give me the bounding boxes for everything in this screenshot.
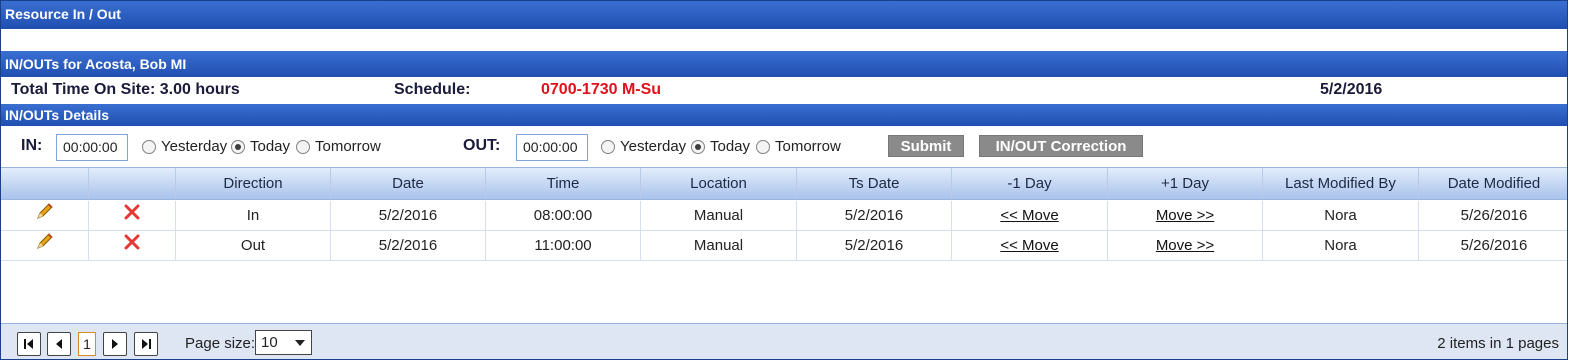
date-cell: 5/2/2016 <box>331 231 486 260</box>
radio-label: Tomorrow <box>315 138 381 155</box>
chevron-down-icon <box>295 340 305 346</box>
column-header-ts-date[interactable]: Ts Date <box>797 168 952 199</box>
radio-button-selected[interactable] <box>691 139 705 154</box>
modified-by-cell: Nora <box>1263 231 1419 260</box>
column-header-edit <box>1 168 89 199</box>
current-page-number[interactable]: 1 <box>78 332 96 356</box>
pencil-icon[interactable] <box>36 231 54 261</box>
page-size-value: 10 <box>261 334 278 351</box>
modified-by-cell: Nora <box>1263 201 1419 230</box>
table-row: Out 5/2/2016 11:00:00 Manual 5/2/2016 <<… <box>1 231 1567 261</box>
grid-header: Direction Date Time Location Ts Date -1 … <box>1 167 1567 200</box>
radio-label: Yesterday <box>620 138 687 155</box>
delete-x-icon[interactable] <box>124 231 140 261</box>
section-header: IN/OUTs for Acosta, Bob MI <box>1 51 1567 77</box>
column-header-minus-day[interactable]: -1 Day <box>952 168 1108 199</box>
in-radio-today[interactable]: Today <box>231 138 290 155</box>
out-radio-today[interactable]: Today <box>691 138 750 155</box>
radio-label: Yesterday <box>161 138 228 155</box>
minus-day-cell: << Move <box>952 231 1108 260</box>
total-time-label: Total Time On Site: 3.00 hours <box>11 81 240 98</box>
move-back-link[interactable]: << Move <box>1000 207 1058 224</box>
next-page-button[interactable] <box>103 332 127 356</box>
date-cell: 5/2/2016 <box>331 201 486 230</box>
in-out-form: IN: 00:00:00 Yesterday Today Tomorrow OU… <box>1 128 1567 166</box>
out-time-input[interactable]: 00:00:00 <box>516 134 588 161</box>
date-modified-cell: 5/26/2016 <box>1460 207 1528 224</box>
table-row: In 5/2/2016 08:00:00 Manual 5/2/2016 << … <box>1 201 1567 231</box>
radio-button[interactable] <box>142 139 156 154</box>
location-cell: Manual <box>641 201 797 230</box>
ts-date-cell: 5/2/2016 <box>797 231 952 260</box>
summary-row: Total Time On Site: 3.00 hours Schedule:… <box>1 78 1567 102</box>
column-header-date-modified[interactable]: Date Modified <box>1419 168 1569 199</box>
minus-day-cell: << Move <box>952 201 1108 230</box>
radio-label: Today <box>250 138 291 155</box>
time-cell: 11:00:00 <box>486 231 641 260</box>
column-header-last-modified-by[interactable]: Last Modified By <box>1263 168 1419 199</box>
column-header-plus-day[interactable]: +1 Day <box>1108 168 1263 199</box>
plus-day-cell: Move >> <box>1108 231 1263 260</box>
details-header-title: IN/OUTs Details <box>5 107 109 123</box>
resource-in-out-panel: Resource In / Out IN/OUTs for Acosta, Bo… <box>0 0 1568 360</box>
radio-button[interactable] <box>756 139 770 154</box>
radio-button-selected[interactable] <box>231 139 245 154</box>
page-size-select[interactable]: 10 <box>255 330 312 355</box>
radio-label: Today <box>710 138 751 155</box>
out-radio-yesterday[interactable]: Yesterday <box>601 138 686 155</box>
last-page-icon <box>142 339 151 349</box>
next-page-icon <box>112 339 118 349</box>
section-header-title: IN/OUTs for Acosta, Bob MI <box>5 56 187 72</box>
last-page-button[interactable] <box>134 332 158 356</box>
out-label: OUT: <box>463 137 501 154</box>
page-size-label: Page size: <box>185 335 256 352</box>
in-time-input[interactable]: 00:00:00 <box>56 134 128 161</box>
direction-cell: Out <box>176 231 331 260</box>
in-out-correction-button[interactable]: IN/OUT Correction <box>979 135 1143 157</box>
window-title: Resource In / Out <box>5 6 121 22</box>
column-header-location[interactable]: Location <box>641 168 797 199</box>
radio-button[interactable] <box>296 139 310 154</box>
previous-page-button[interactable] <box>47 332 71 356</box>
pager-bar: 1 Page size: 10 2 items in 1 pages <box>1 323 1567 359</box>
submit-button[interactable]: Submit <box>888 135 964 157</box>
column-header-delete <box>89 168 176 199</box>
radio-label: Tomorrow <box>775 138 841 155</box>
column-header-date[interactable]: Date <box>331 168 486 199</box>
in-radio-tomorrow[interactable]: Tomorrow <box>296 138 381 155</box>
direction-cell: In <box>176 201 331 230</box>
summary-date: 5/2/2016 <box>1320 81 1383 98</box>
delete-x-icon[interactable] <box>124 201 140 231</box>
edit-cell <box>1 201 89 230</box>
time-cell: 08:00:00 <box>486 201 641 230</box>
out-radio-tomorrow[interactable]: Tomorrow <box>756 138 841 155</box>
date-modified-cell: 5/26/2016 <box>1460 237 1528 254</box>
location-cell: Manual <box>641 231 797 260</box>
previous-page-icon <box>56 339 62 349</box>
column-header-time[interactable]: Time <box>486 168 641 199</box>
items-count: 2 items in 1 pages <box>1437 335 1559 352</box>
radio-button[interactable] <box>601 139 615 154</box>
delete-cell <box>89 201 176 230</box>
pencil-icon[interactable] <box>36 201 54 231</box>
schedule-label: Schedule: <box>394 81 471 98</box>
schedule-value: 0700-1730 M-Su <box>541 81 662 98</box>
column-header-direction[interactable]: Direction <box>176 168 331 199</box>
in-label: IN: <box>21 137 43 154</box>
move-back-link[interactable]: << Move <box>1000 237 1058 254</box>
ts-date-cell: 5/2/2016 <box>797 201 952 230</box>
edit-cell <box>1 231 89 260</box>
move-forward-link[interactable]: Move >> <box>1156 207 1214 224</box>
plus-day-cell: Move >> <box>1108 201 1263 230</box>
delete-cell <box>89 231 176 260</box>
first-page-icon <box>24 339 33 349</box>
in-radio-yesterday[interactable]: Yesterday <box>142 138 227 155</box>
window-title-bar: Resource In / Out <box>1 1 1567 29</box>
move-forward-link[interactable]: Move >> <box>1156 237 1214 254</box>
first-page-button[interactable] <box>17 332 41 356</box>
details-header: IN/OUTs Details <box>1 104 1567 126</box>
